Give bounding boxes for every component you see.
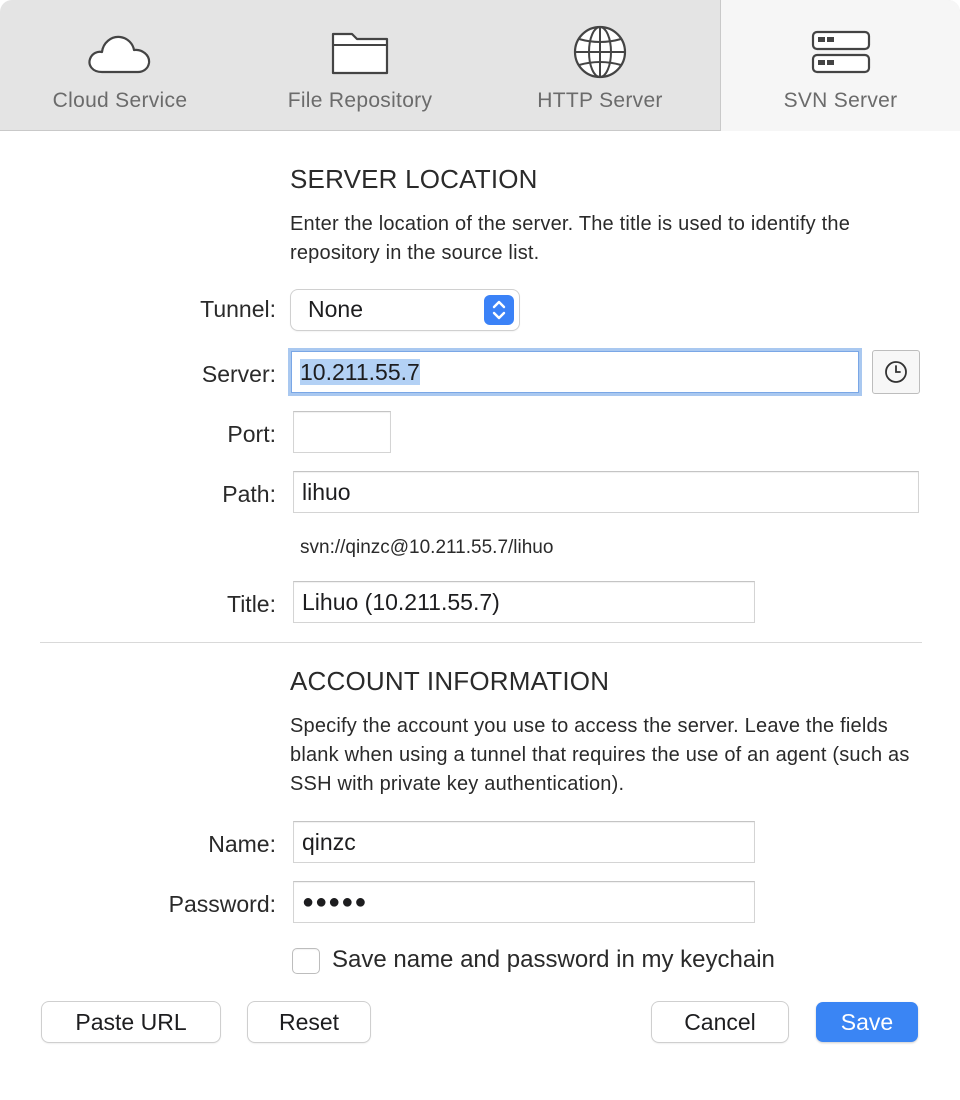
name-input[interactable]: qinzc xyxy=(293,821,755,863)
server-value: 10.211.55.7 xyxy=(300,359,420,385)
server-location-description: Enter the location of the server. The ti… xyxy=(290,213,851,264)
server-label: Server: xyxy=(201,361,276,387)
tab-cloud-service[interactable]: Cloud Service xyxy=(0,0,240,131)
keychain-checkbox-label[interactable]: Save name and password in my keychain xyxy=(332,946,775,974)
server-input[interactable]: 10.211.55.7 xyxy=(291,351,859,393)
tab-file-repository[interactable]: File Repository xyxy=(240,0,480,131)
path-input[interactable]: lihuo xyxy=(293,471,919,513)
tab-label: SVN Server xyxy=(783,89,898,112)
tab-label: File Repository xyxy=(287,89,433,112)
password-label: Password: xyxy=(168,891,276,917)
name-label: Name: xyxy=(208,831,276,857)
tunnel-value: None xyxy=(308,296,363,322)
account-information-title: ACCOUNT INFORMATION xyxy=(290,666,610,696)
server-location-title: SERVER LOCATION xyxy=(290,164,538,194)
tunnel-popup[interactable]: None xyxy=(291,290,519,330)
clock-icon xyxy=(885,361,907,383)
password-input[interactable]: ●●●●● xyxy=(293,881,755,923)
tab-http-server[interactable]: HTTP Server xyxy=(480,0,720,131)
save-button[interactable]: Save xyxy=(816,1002,918,1042)
folder-icon xyxy=(331,32,389,75)
account-information-description: Specify the account you use to access th… xyxy=(290,715,910,795)
popup-stepper-icon xyxy=(484,295,514,325)
tab-label: Cloud Service xyxy=(52,89,188,112)
tab-label: HTTP Server xyxy=(537,89,663,112)
tab-bar: Cloud Service File Repository HTTP Serve… xyxy=(0,0,960,131)
title-input[interactable]: Lihuo (10.211.55.7) xyxy=(293,581,755,623)
keychain-checkbox[interactable] xyxy=(292,948,320,974)
paste-url-button[interactable]: Paste URL xyxy=(42,1002,220,1042)
reset-button[interactable]: Reset xyxy=(248,1002,370,1042)
url-preview: svn://qinzc@10.211.55.7/lihuo xyxy=(300,537,554,558)
svn-server-dialog: Cloud Service File Repository HTTP Serve… xyxy=(0,0,960,1100)
path-label: Path: xyxy=(222,481,276,507)
port-label: Port: xyxy=(227,421,276,447)
tunnel-label: Tunnel: xyxy=(200,296,276,322)
title-label: Title: xyxy=(227,591,276,617)
cloud-icon xyxy=(88,35,151,74)
server-icon xyxy=(811,30,870,74)
recent-servers-button[interactable] xyxy=(872,350,920,394)
globe-icon xyxy=(573,25,627,79)
tab-svn-server[interactable]: SVN Server xyxy=(720,0,960,131)
section-divider xyxy=(40,642,922,643)
cancel-button[interactable]: Cancel xyxy=(652,1002,788,1042)
port-input[interactable] xyxy=(293,411,391,453)
